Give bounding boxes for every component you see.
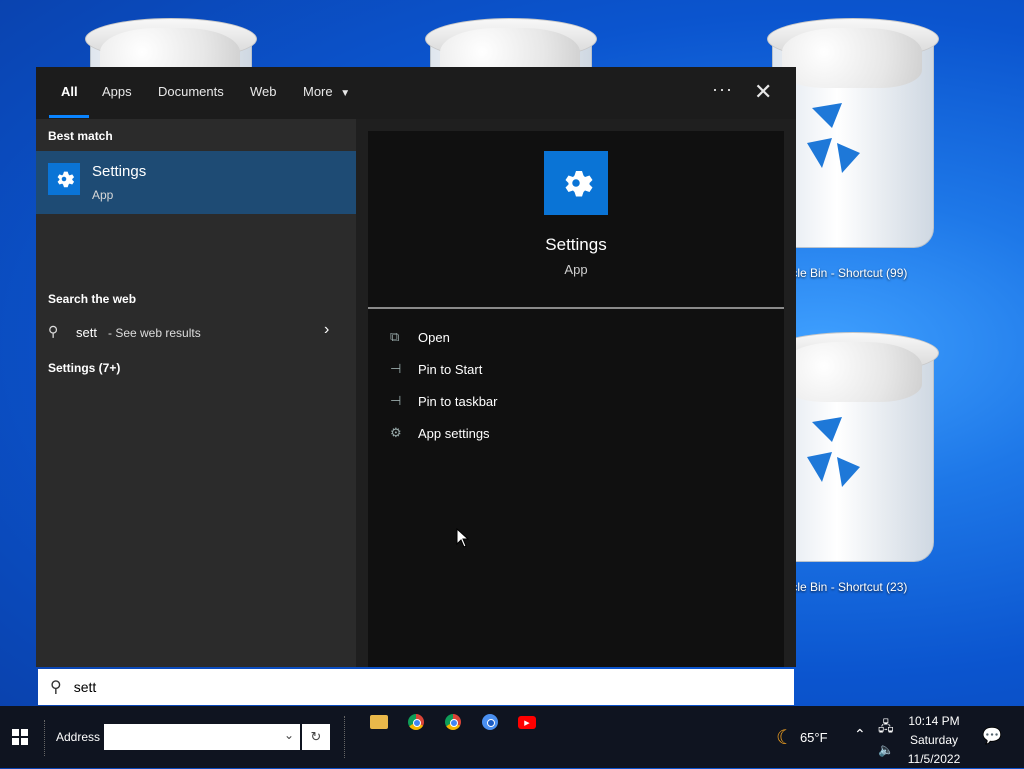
settings-app-icon — [48, 163, 80, 195]
pin-icon: ⊣ — [390, 393, 402, 408]
file-explorer-icon[interactable] — [370, 715, 388, 729]
action-pin-start-label: Pin to Start — [418, 361, 483, 377]
search-web-header: Search the web — [48, 292, 137, 306]
chevron-up-icon[interactable]: ⌃ — [854, 726, 866, 743]
search-icon: ⚲ — [48, 323, 59, 339]
chevron-down-icon[interactable]: ⌄ — [284, 728, 294, 742]
start-button[interactable] — [0, 706, 40, 768]
search-icon: ⚲ — [50, 679, 62, 696]
tab-apps[interactable]: Apps — [102, 84, 132, 99]
clock-date: 11/5/2022 — [907, 752, 961, 766]
best-match-type: App — [92, 188, 114, 202]
action-pin-taskbar-label: Pin to taskbar — [418, 393, 498, 409]
chevron-down-icon: ▼ — [340, 88, 351, 99]
weather-widget[interactable]: ☾ 65°F — [776, 724, 828, 750]
web-result-row[interactable]: ⚲ sett - See web results › — [36, 317, 356, 347]
taskbar-separator — [344, 716, 347, 758]
preview-subtitle: App — [564, 262, 588, 277]
address-toolbar-grip[interactable] — [44, 720, 47, 756]
search-panel: All Apps Documents Web More ▼ ··· ✕ Best… — [36, 67, 796, 667]
ellipsis-icon[interactable]: ··· — [712, 79, 733, 100]
tab-more[interactable]: More ▼ — [303, 84, 350, 99]
address-go-button[interactable]: ↻ — [302, 724, 330, 750]
preview-divider — [368, 307, 784, 309]
action-open[interactable]: ⧉ Open — [390, 325, 450, 349]
clock-time: 10:14 PM — [908, 714, 960, 728]
best-match-name: Settings — [92, 163, 147, 180]
chevron-right-icon[interactable]: › — [324, 321, 329, 339]
tab-more-label: More — [303, 84, 333, 99]
chrome-icon[interactable] — [445, 714, 461, 730]
search-tabs: All Apps Documents Web More ▼ ··· ✕ — [36, 67, 796, 119]
chrome-icon[interactable] — [408, 714, 424, 730]
volume-icon[interactable]: 🔈 — [878, 742, 894, 758]
web-suffix: - See web results — [108, 326, 201, 340]
clock-day: Saturday — [909, 733, 959, 747]
address-input[interactable]: ⌄ — [104, 724, 300, 750]
search-input[interactable] — [71, 678, 676, 696]
mouse-cursor-icon — [456, 528, 470, 548]
clock[interactable]: 10:14 PM Saturday 11/5/2022 — [902, 712, 966, 769]
preview-pane: Settings App ⧉ Open ⊣ Pin to Start ⊣ Pin to… — [368, 131, 784, 667]
action-pin-start[interactable]: ⊣ Pin to Start — [390, 357, 482, 381]
recycle-arrows-icon — [807, 103, 860, 173]
youtube-icon[interactable]: ▶ — [518, 716, 536, 729]
action-pin-taskbar[interactable]: ⊣ Pin to taskbar — [390, 389, 498, 413]
windows-logo-icon — [12, 729, 28, 745]
best-match-header: Best match — [48, 129, 113, 143]
action-open-label: Open — [418, 329, 450, 345]
notifications-icon[interactable]: 💬 — [982, 726, 1002, 746]
action-app-settings-label: App settings — [418, 425, 490, 441]
gear-icon — [57, 171, 75, 188]
tab-documents[interactable]: Documents — [158, 84, 224, 99]
results-list: Best match Settings App Search the web ⚲… — [36, 119, 356, 667]
pin-icon: ⊣ — [390, 361, 402, 376]
weather-temp: 65°F — [799, 729, 828, 745]
recycle-arrows-icon — [807, 417, 860, 487]
taskbar: Address ⌄ ↻ ▶ ☾ 65°F ⌃ 🖧 🔈 10:14 PM Satu… — [0, 706, 1024, 768]
web-query: sett — [76, 325, 97, 340]
active-tab-indicator — [49, 115, 89, 118]
network-icon[interactable]: 🖧 — [878, 716, 894, 740]
best-match-result[interactable]: Settings App — [36, 151, 356, 214]
moon-icon: ☾ — [776, 726, 794, 749]
address-label: Address — [56, 730, 101, 744]
tab-all[interactable]: All — [61, 84, 78, 99]
refresh-icon: ↻ — [310, 729, 322, 744]
preview-title: Settings — [545, 235, 607, 254]
close-icon[interactable]: ✕ — [754, 79, 772, 105]
preview-settings-icon — [544, 151, 608, 215]
chromium-icon[interactable] — [482, 714, 498, 730]
tab-web[interactable]: Web — [250, 84, 277, 99]
gear-icon — [565, 171, 593, 197]
open-icon: ⧉ — [390, 329, 400, 344]
action-app-settings[interactable]: ⚙ App settings — [390, 421, 490, 445]
search-box[interactable]: ⚲ — [38, 669, 794, 705]
more-results-link[interactable]: Settings (7+) — [48, 361, 120, 375]
gear-icon: ⚙ — [390, 425, 402, 440]
